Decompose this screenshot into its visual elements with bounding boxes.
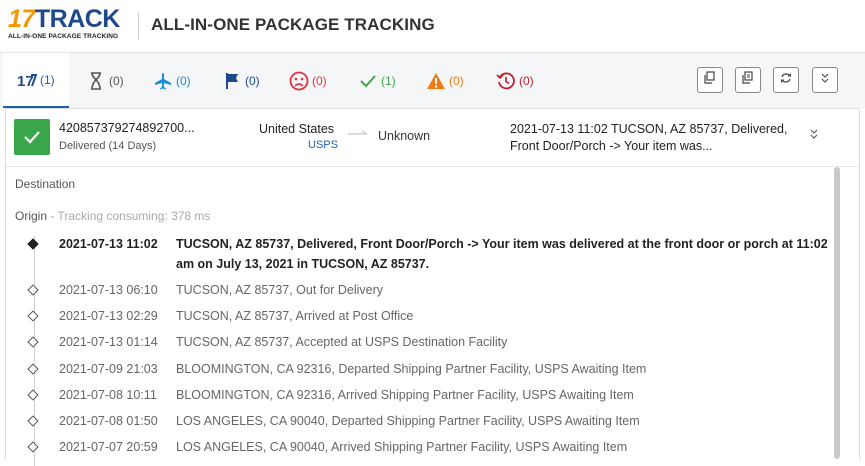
tab-alert[interactable]: (0) — [426, 53, 464, 108]
header-divider — [138, 13, 139, 39]
event-description: TUCSON, AZ 85737, Delivered, Front Door/… — [176, 237, 828, 271]
tab-count: (0) — [449, 73, 464, 88]
copy-button[interactable] — [697, 67, 723, 93]
event-description: BLOOMINGTON, CA 92316, Arrived Shipping … — [176, 388, 634, 402]
chevron-collapse-icon — [810, 129, 818, 139]
history-icon — [496, 71, 516, 91]
tab-count: (0) — [245, 73, 260, 88]
delivered-status-icon — [14, 119, 50, 155]
delivery-status: Delivered (14 Days) — [59, 140, 157, 152]
collapse-toggle[interactable] — [809, 127, 823, 143]
copy-all-icon — [742, 71, 754, 89]
hourglass-icon — [86, 71, 106, 91]
event-time: 2021-07-13 01:14 — [59, 335, 158, 349]
diamond-icon — [27, 441, 39, 453]
checkmark-icon — [24, 131, 40, 144]
event-time: 2021-07-08 01:50 — [59, 414, 158, 428]
copy-icon — [704, 71, 716, 89]
destination-country: Unknown — [378, 129, 431, 143]
page-title: ALL-IN-ONE PACKAGE TRACKING — [151, 15, 435, 34]
tab-count: (1) — [381, 73, 396, 88]
logo[interactable]: 17TRACK ALL-IN-ONE PACKAGE TRACKING — [8, 7, 126, 41]
tab-pickup[interactable]: (0) — [222, 53, 260, 108]
event-description: LOS ANGELES, CA 90040, Departed Shipping… — [176, 414, 640, 428]
app-header: 17TRACK ALL-IN-ONE PACKAGE TRACKING ALL-… — [0, 0, 865, 53]
destination-label: Destination — [15, 177, 76, 191]
tracking-number[interactable]: 420857379274892700... — [59, 121, 195, 135]
event-time: 2021-07-13 02:29 — [59, 309, 158, 323]
carrier-link[interactable]: USPS — [308, 139, 338, 151]
tab-count: (0) — [176, 73, 191, 88]
arrow-right-icon — [347, 125, 369, 143]
tab-delivered[interactable]: (1) — [358, 53, 396, 108]
diamond-icon — [27, 336, 39, 348]
tab-count: (1) — [40, 72, 55, 87]
origin-label: Origin - Tracking consuming: 378 ms — [15, 209, 210, 223]
package-summary[interactable]: 420857379274892700... Delivered (14 Days… — [6, 109, 859, 167]
collapse-all-button[interactable] — [812, 67, 838, 93]
diamond-icon — [27, 310, 39, 322]
event-description: TUCSON, AZ 85737, Out for Delivery — [176, 283, 384, 297]
tab-count: (0) — [109, 73, 124, 88]
diamond-icon — [27, 363, 39, 375]
event-time: 2021-07-13 11:02 — [59, 237, 158, 251]
copy-all-button[interactable] — [735, 67, 761, 93]
origin-label-text: Origin — [15, 209, 48, 223]
tab-all[interactable]: 17 (1) — [3, 53, 69, 108]
event-time: 2021-07-07 20:59 — [59, 440, 158, 454]
event-time: 2021-07-08 10:11 — [59, 388, 157, 402]
event-description: TUCSON, AZ 85737, Arrived at Post Office — [176, 309, 414, 323]
status-tabs: 17 (1) (0) (0) (0) (0) (1) (0) (0) — [0, 53, 865, 108]
tab-in-transit[interactable]: (0) — [153, 53, 191, 108]
event-time: 2021-07-13 06:10 — [59, 283, 158, 297]
event-description: BLOOMINGTON, CA 92316, Departed Shipping… — [176, 362, 647, 376]
diamond-icon — [27, 238, 39, 250]
tab-count: (0) — [519, 73, 534, 88]
collapse-all-icon — [820, 71, 830, 89]
refresh-button[interactable] — [773, 67, 799, 93]
diamond-icon — [27, 389, 39, 401]
origin-country: United States — [259, 122, 335, 136]
flag-icon — [222, 71, 242, 91]
timeline-line — [34, 236, 35, 466]
diamond-icon — [27, 415, 39, 427]
latest-event: 2021-07-13 11:02 TUCSON, AZ 85737, Deliv… — [510, 122, 788, 153]
17-logo-icon: 17 — [17, 70, 37, 90]
tracking-consuming: - Tracking consuming: 378 ms — [50, 209, 211, 223]
diamond-icon — [27, 284, 39, 296]
tab-pending[interactable]: (0) — [86, 53, 124, 108]
checkmark-icon — [358, 71, 378, 91]
refresh-icon — [780, 71, 792, 89]
airplane-icon — [153, 71, 173, 91]
event-time: 2021-07-09 21:03 — [59, 362, 158, 376]
tab-count: (0) — [312, 73, 327, 88]
tab-undelivered[interactable]: (0) — [289, 53, 327, 108]
sad-face-icon — [289, 71, 309, 91]
event-description: TUCSON, AZ 85737, Accepted at USPS Desti… — [176, 335, 508, 349]
logo-number: 17 — [8, 5, 35, 33]
package-panel: 420857379274892700... Delivered (14 Days… — [5, 108, 860, 466]
warning-icon — [426, 71, 446, 91]
logo-tagline: ALL-IN-ONE PACKAGE TRACKING — [8, 33, 119, 40]
tab-expired[interactable]: (0) — [496, 53, 534, 108]
event-description: LOS ANGELES, CA 90040, Arrived Shipping … — [176, 440, 628, 454]
logo-word: TRACK — [34, 5, 121, 33]
